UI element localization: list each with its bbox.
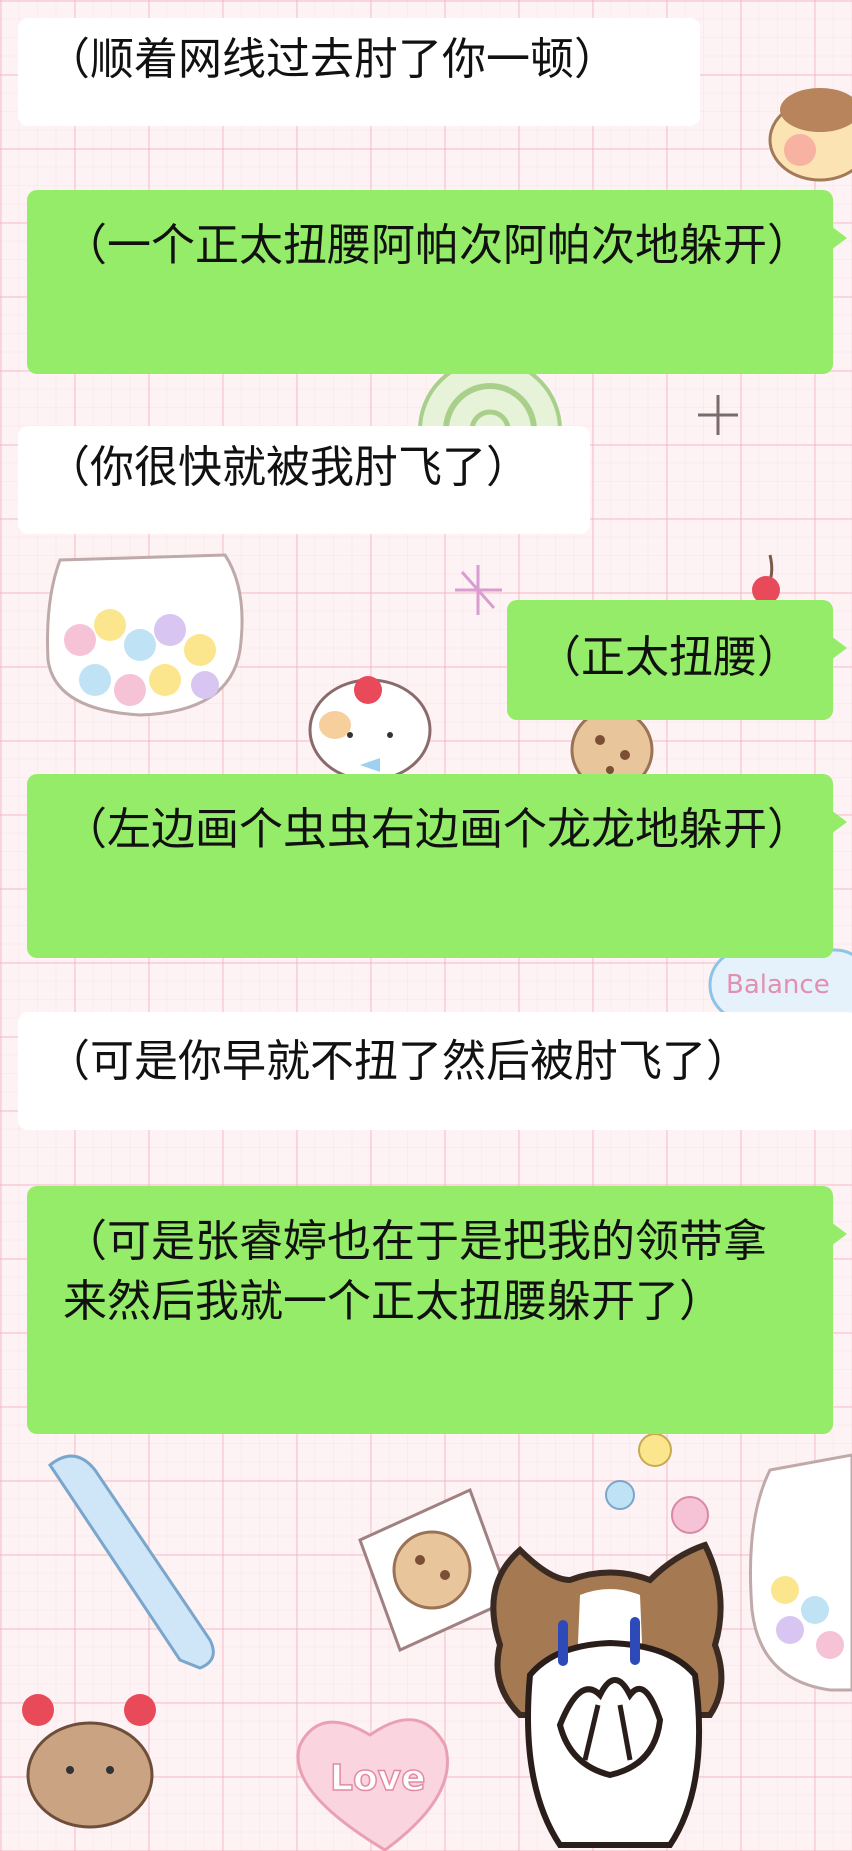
pudding-icon: [768, 88, 852, 182]
chat-message-incoming: （可是你早就不扭了然后被肘飞了）: [18, 1012, 852, 1130]
balance-sticker: Balance: [708, 948, 852, 1022]
candy-jar-icon: [46, 553, 244, 717]
chat-message-outgoing: （左边画个虫虫右边画个龙龙地躲开）: [27, 774, 847, 958]
love-text: Love: [330, 1758, 426, 1799]
sparkle-icon: [455, 565, 502, 615]
chat-message-outgoing: （可是张睿婷也在于是把我的领带拿来然后我就一个正太扭腰躲开了）: [27, 1186, 847, 1434]
candy-jar-icon: [748, 1453, 852, 1692]
love-heart-icon: Love: [296, 1718, 449, 1851]
bottle-icon: [47, 1454, 215, 1670]
balance-text: Balance: [726, 970, 830, 1000]
cat-icon: [308, 676, 432, 782]
bear-icon: [22, 1694, 156, 1829]
flower-icon: [605, 1433, 709, 1534]
cherry-icon: [752, 554, 780, 604]
chat-message-outgoing: （一个正太扭腰阿帕次阿帕次地躲开）: [27, 190, 847, 374]
chat-message-incoming: （你很快就被我肘飞了）: [18, 426, 590, 534]
covering-face-cat-sticker: [490, 1541, 725, 1848]
chat-message-incoming: （顺着网线过去肘了你一顿）: [18, 18, 700, 126]
chat-message-outgoing: （正太扭腰）: [507, 600, 847, 720]
sparkle-icon: [698, 395, 738, 435]
